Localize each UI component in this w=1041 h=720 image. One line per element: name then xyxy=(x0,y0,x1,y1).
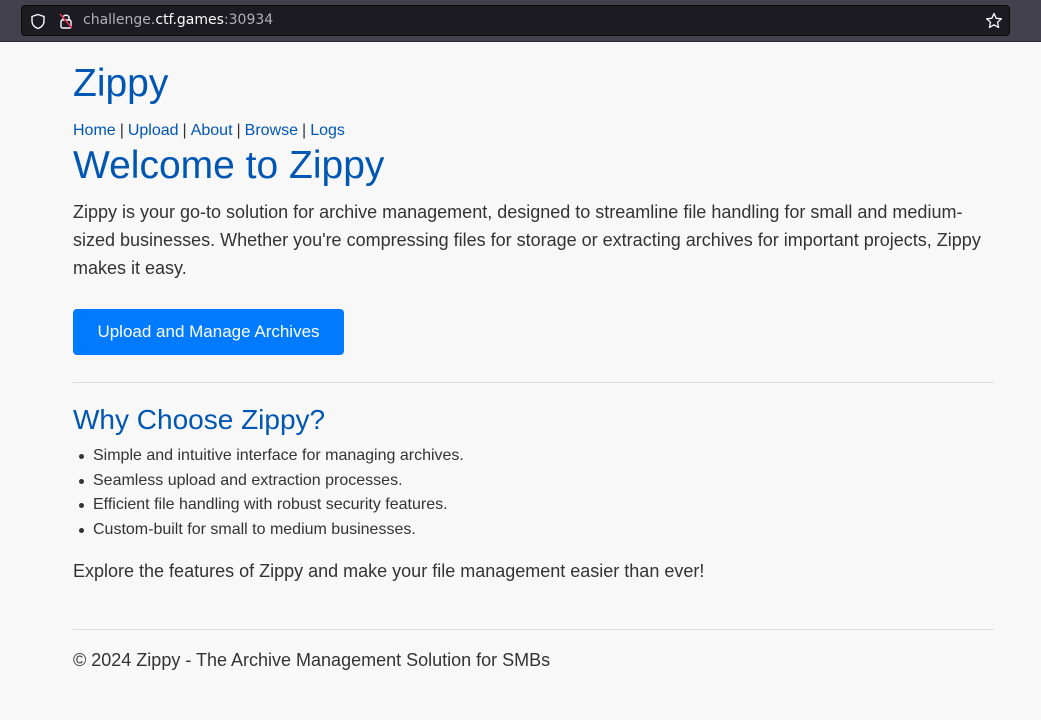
upload-manage-archives-button[interactable]: Upload and Manage Archives xyxy=(73,309,344,355)
address-bar[interactable]: challenge.ctf.games:30934 xyxy=(21,5,1010,36)
intro-paragraph: Zippy is your go-to solution for archive… xyxy=(73,202,981,278)
bookmark-star-icon[interactable] xyxy=(985,12,1003,35)
url-text[interactable]: challenge.ctf.games:30934 xyxy=(83,12,273,28)
footer-divider xyxy=(73,629,994,630)
nav-separator: | xyxy=(182,122,187,139)
site-title: Zippy xyxy=(73,62,169,105)
footer-text: © 2024 Zippy - The Archive Management So… xyxy=(73,650,551,670)
nav-logs[interactable]: Logs xyxy=(310,122,345,139)
nav-separator: | xyxy=(119,122,124,139)
insecure-lock-icon[interactable] xyxy=(58,12,74,35)
nav-home[interactable]: Home xyxy=(73,122,116,139)
nav-about[interactable]: About xyxy=(191,122,233,139)
features-list: Simple and intuitive interface for manag… xyxy=(73,444,464,542)
feature-item: Simple and intuitive interface for manag… xyxy=(79,444,464,469)
shield-icon[interactable] xyxy=(30,13,46,35)
feature-item: Custom-built for small to medium busines… xyxy=(79,518,464,543)
feature-item: Seamless upload and extraction processes… xyxy=(79,469,464,494)
feature-item: Efficient file handling with robust secu… xyxy=(79,493,464,518)
why-heading: Why Choose Zippy? xyxy=(73,404,326,435)
main-nav: Home | Upload | About | Browse | Logs xyxy=(73,122,345,140)
nav-upload[interactable]: Upload xyxy=(128,122,179,139)
browser-toolbar: challenge.ctf.games:30934 xyxy=(0,0,1041,42)
explore-text: Explore the features of Zippy and make y… xyxy=(73,561,705,581)
nav-separator: | xyxy=(236,122,241,139)
nav-browse[interactable]: Browse xyxy=(245,122,298,139)
page-heading: Welcome to Zippy xyxy=(73,144,385,187)
nav-separator: | xyxy=(302,122,307,139)
divider xyxy=(73,382,994,383)
